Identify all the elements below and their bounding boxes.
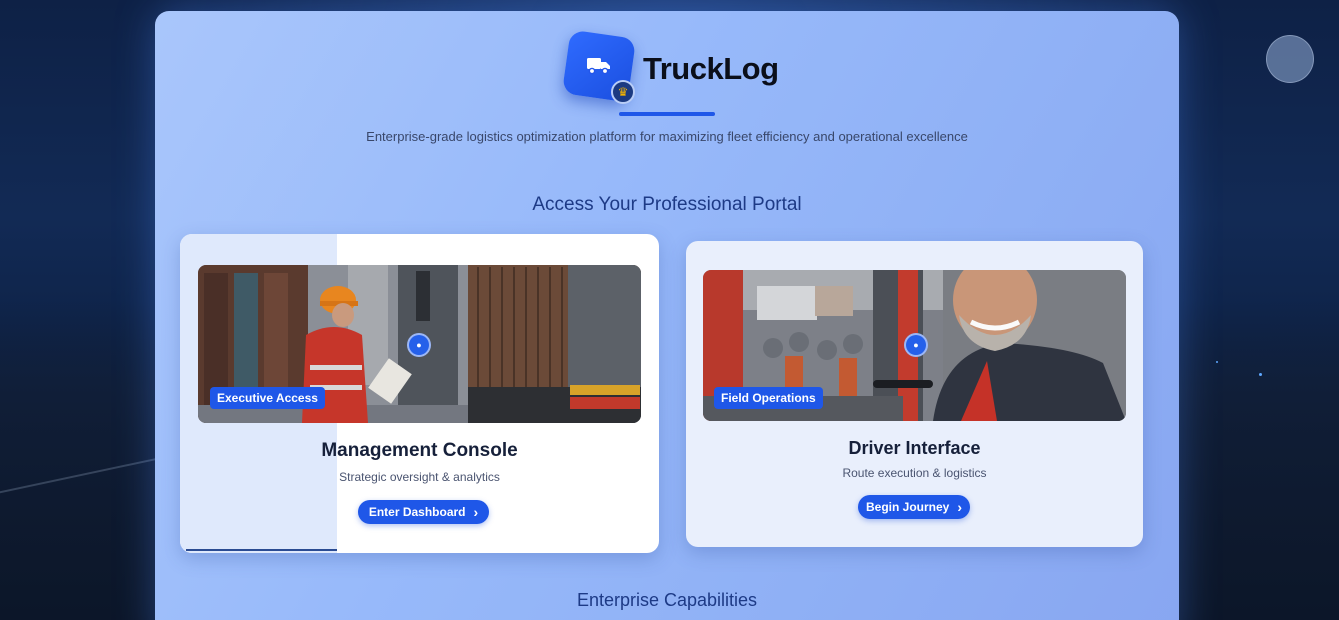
truck-icon (587, 58, 610, 75)
brand-title: TruckLog (643, 51, 779, 86)
management-console-subtitle: Strategic oversight & analytics (339, 470, 500, 484)
management-console-card[interactable]: ● Executive Access Management Console St… (180, 234, 659, 553)
enter-dashboard-label: Enter Dashboard (368, 505, 466, 519)
steering-icon: ● (904, 333, 928, 357)
chevron-right-icon: › (473, 504, 479, 520)
driver-interface-subtitle: Route execution & logistics (842, 466, 987, 480)
user-avatar[interactable] (1266, 35, 1314, 83)
brand-underline (619, 112, 715, 116)
user-tie-icon: ● (407, 333, 431, 357)
brand-tagline: Enterprise-grade logistics optimization … (366, 129, 968, 144)
executive-access-tag: Executive Access (210, 387, 325, 409)
begin-journey-label: Begin Journey (865, 500, 950, 514)
field-operations-tag: Field Operations (714, 387, 823, 409)
capabilities-heading: Enterprise Capabilities (576, 590, 758, 610)
driver-interface-title: Driver Interface (848, 438, 981, 458)
background-light (1259, 373, 1262, 376)
driver-photo: ● Field Operations (703, 270, 1126, 421)
begin-journey-button[interactable]: Begin Journey › (858, 495, 970, 519)
portal-heading: Access Your Professional Portal (532, 194, 802, 215)
chevron-right-icon: › (957, 499, 963, 515)
driver-interface-card[interactable]: ● Field Operations Driver Interface Rout… (686, 241, 1143, 547)
crown-icon: ♛ (611, 80, 635, 104)
background-light (1216, 361, 1218, 363)
management-photo: ● Executive Access (198, 265, 641, 423)
management-console-title: Management Console (321, 440, 518, 461)
enter-dashboard-button[interactable]: Enter Dashboard › (358, 500, 489, 524)
card-progress-bar (186, 549, 337, 551)
brand-logo: ♛ (561, 29, 637, 104)
